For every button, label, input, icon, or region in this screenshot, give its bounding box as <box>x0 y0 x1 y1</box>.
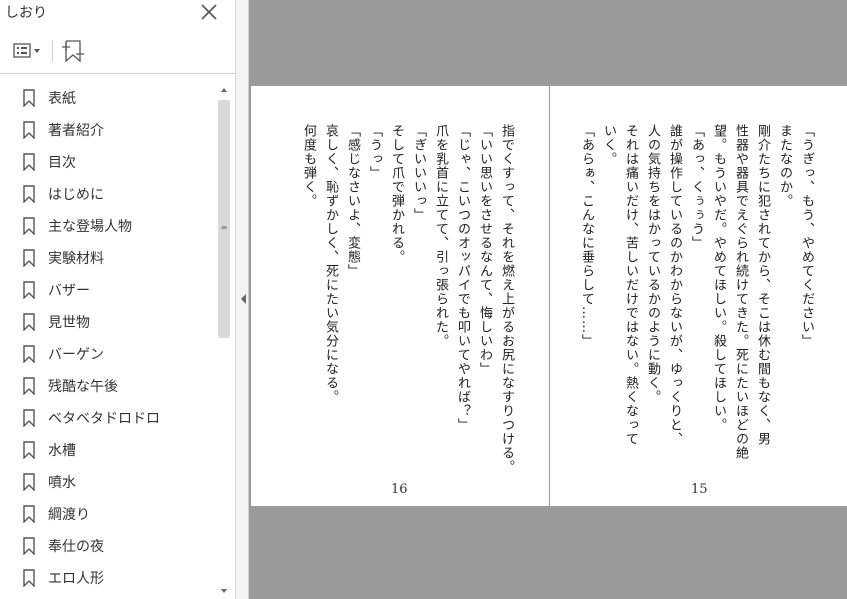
bookmark-label: 残酷な午後 <box>48 379 118 395</box>
bookmarks-title: しおり <box>5 5 47 21</box>
bookmark-icon <box>22 249 36 268</box>
bookmark-label: 噴水 <box>48 475 76 491</box>
bookmark-label: 奉仕の夜 <box>48 539 104 555</box>
bookmark-item[interactable]: 綱渡り <box>0 498 216 530</box>
bookmark-item[interactable]: 実験材料 <box>0 242 216 274</box>
bookmark-icon <box>22 281 36 300</box>
bookmark-item[interactable]: ベタベタドロドロ <box>0 402 216 434</box>
bookmark-label: バザー <box>48 283 90 299</box>
page-number-left: 16 <box>391 482 408 497</box>
bookmark-icon <box>22 185 36 204</box>
bookmark-icon <box>22 441 36 460</box>
bookmark-label: 綱渡り <box>48 507 90 523</box>
bookmarks-toolbar <box>0 26 236 74</box>
bookmark-icon <box>22 569 36 588</box>
bookmark-list: 表紙 著者紹介 目次 はじめに 主な登場人物 実験材料 バザー 見世物 バーゲン… <box>0 82 216 599</box>
bookmark-label: ベタベタドロドロ <box>48 411 160 427</box>
bookmark-icon <box>22 505 36 524</box>
bookmark-label: 見世物 <box>48 315 90 331</box>
collapse-arrow-icon[interactable] <box>239 290 247 304</box>
bookmark-icon <box>22 89 36 108</box>
page-15-text: 「うぎっ、もう、やめてください」 またなのか。 剛介たちに犯されてから、そこは休… <box>579 124 814 460</box>
page-number-right: 15 <box>691 482 708 497</box>
bookmark-icon <box>22 153 36 172</box>
bookmark-item[interactable]: 主な登場人物 <box>0 210 216 242</box>
bookmark-item[interactable]: はじめに <box>0 178 216 210</box>
bookmark-icon <box>22 377 36 396</box>
panel-collapse-bar[interactable] <box>236 0 249 599</box>
bookmark-label: 表紙 <box>48 91 76 107</box>
bookmark-item[interactable]: 水槽 <box>0 434 216 466</box>
new-bookmark-icon[interactable] <box>58 38 88 64</box>
bookmark-label: 著者紹介 <box>48 123 104 139</box>
close-icon[interactable] <box>198 1 220 23</box>
scroll-thumb[interactable]: ≡ <box>218 100 230 338</box>
scroll-down-icon[interactable] <box>216 583 232 599</box>
bookmarks-panel: しおり 表紙 著者紹介 目次 はじめに 主な登場人物 実験材料 バザー 見世物 … <box>0 0 236 599</box>
bookmark-item[interactable]: 奉仕の夜 <box>0 530 216 562</box>
page-spread: 指でくすって、それを燃え上がるお尻になすりつける。 「いい思いをさせるなんて、悔… <box>251 86 847 506</box>
bookmark-label: はじめに <box>48 187 104 203</box>
bookmark-item[interactable]: 表紙 <box>0 82 216 114</box>
bookmark-item[interactable]: 残酷な午後 <box>0 370 216 402</box>
bookmark-item[interactable]: バザー <box>0 274 216 306</box>
bookmark-label: 目次 <box>48 155 76 171</box>
bookmark-label: 水槽 <box>48 443 76 459</box>
document-viewer[interactable]: 指でくすって、それを燃え上がるお尻になすりつける。 「いい思いをさせるなんて、悔… <box>249 0 847 599</box>
bookmark-icon <box>22 409 36 428</box>
bookmark-item[interactable]: エロ人形 <box>0 562 216 594</box>
bookmark-icon <box>22 473 36 492</box>
options-menu-button[interactable] <box>12 38 46 64</box>
toolbar-divider <box>52 40 53 62</box>
page-16-text: 指でくすって、それを燃え上がるお尻になすりつける。 「いい思いをさせるなんて、悔… <box>301 124 514 474</box>
bookmark-icon <box>22 121 36 140</box>
bookmark-label: 実験材料 <box>48 251 104 267</box>
bookmark-label: 主な登場人物 <box>48 219 132 235</box>
bookmark-icon <box>22 313 36 332</box>
bookmark-label: バーゲン <box>48 347 104 363</box>
bookmark-item[interactable]: 目次 <box>0 146 216 178</box>
bookmark-item[interactable]: 著者紹介 <box>0 114 216 146</box>
bookmark-item[interactable]: 見世物 <box>0 306 216 338</box>
bookmark-scrollbar[interactable]: ≡ <box>216 82 232 599</box>
page-spine <box>549 86 550 506</box>
bookmarks-header: しおり <box>0 0 236 26</box>
bookmark-item[interactable]: 噴水 <box>0 466 216 498</box>
bookmark-icon <box>22 217 36 236</box>
grip-icon: ≡ <box>220 223 228 232</box>
bookmark-item[interactable]: バーゲン <box>0 338 216 370</box>
scroll-up-icon[interactable] <box>216 82 232 98</box>
bookmark-icon <box>22 537 36 556</box>
bookmark-label: エロ人形 <box>48 571 104 587</box>
bookmark-icon <box>22 345 36 364</box>
